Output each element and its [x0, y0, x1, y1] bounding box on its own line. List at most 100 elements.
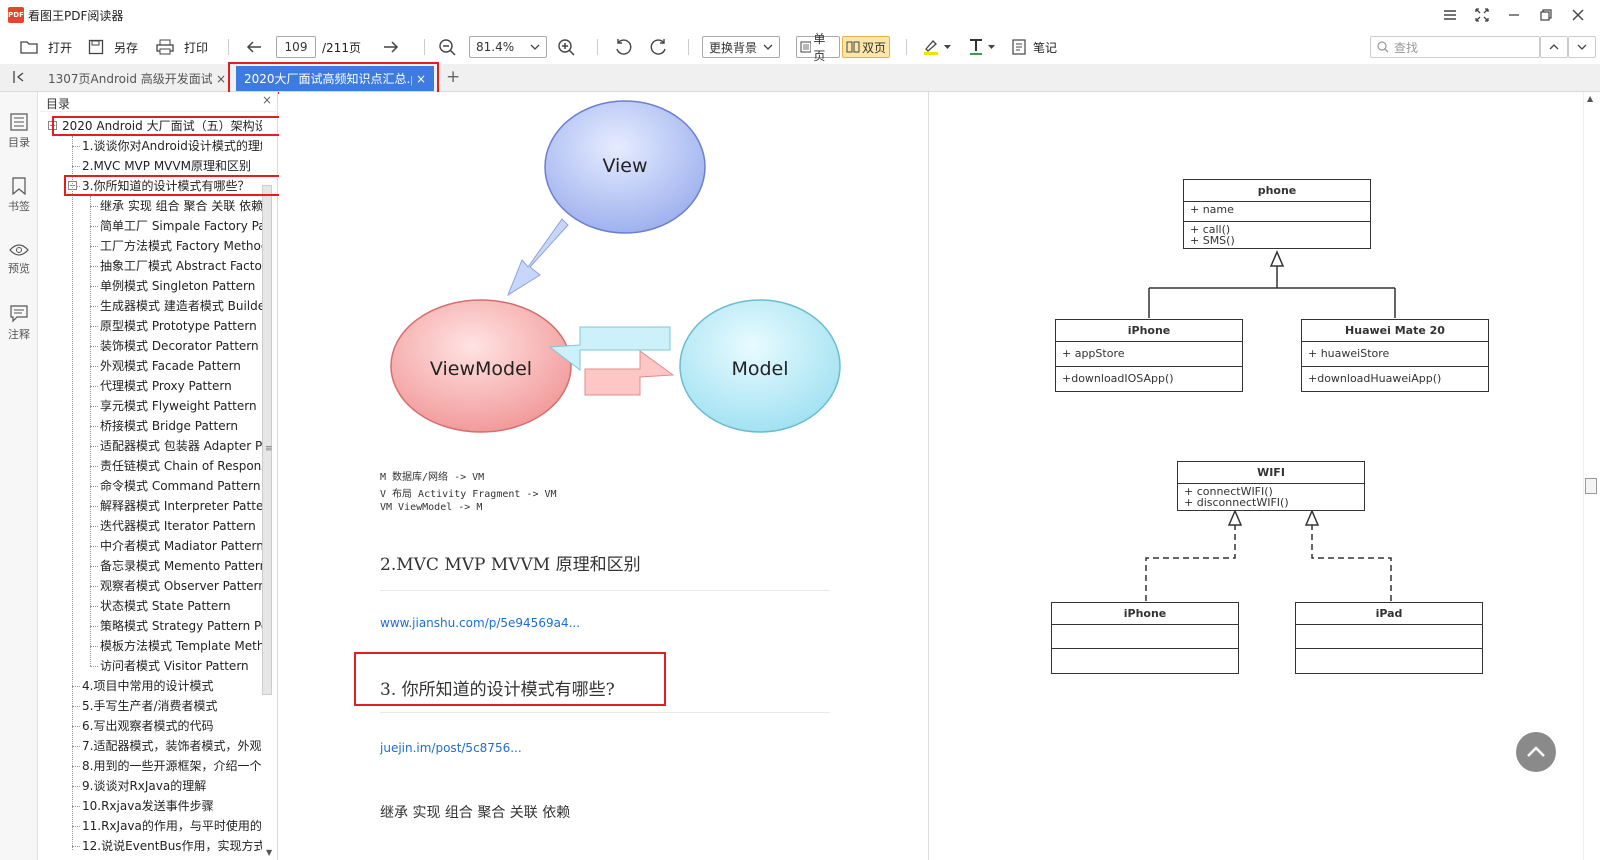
scroll-up-arrow-icon[interactable]: ▲ — [1587, 94, 1593, 103]
minimize-icon[interactable] — [1501, 4, 1527, 26]
rotate-right-icon — [650, 39, 666, 55]
print-button[interactable]: 打印 — [156, 36, 208, 58]
toc-item-level3[interactable]: 继承 实现 组合 聚合 关联 依赖 — [100, 196, 262, 216]
save-as-button[interactable]: 另存 — [88, 36, 138, 58]
background-select[interactable]: 更换背景 — [702, 36, 780, 58]
zoom-in-button[interactable] — [557, 36, 575, 58]
rail-item-bookmarks[interactable]: 书签 — [0, 170, 38, 220]
toc-tree-guide — [90, 386, 98, 387]
document-scrollbar[interactable] — [1583, 92, 1600, 860]
tab-close-icon[interactable]: × — [216, 72, 226, 86]
toc-tree-guide — [90, 526, 98, 527]
toc-item-level2[interactable]: 9.谈谈对RxJava的理解 — [82, 776, 262, 796]
toc-item-level2[interactable]: 10.Rxjava发送事件步骤 — [82, 796, 262, 816]
maximize-icon[interactable] — [1533, 4, 1559, 26]
rail-item-annotations[interactable]: 注释 — [0, 298, 38, 348]
toc-item-level3[interactable]: 解释器模式 Interpreter Pattern — [100, 496, 262, 516]
toc-item-level3[interactable]: 单例模式 Singleton Pattern — [100, 276, 262, 296]
search-icon — [1377, 41, 1389, 53]
toc-item-root[interactable]: 2020 Android 大厂面试（五）架构设计 — [62, 116, 262, 136]
toc-item-level3[interactable]: 观察者模式 Observer Pattern — [100, 576, 262, 596]
note-button[interactable]: 笔记 — [1012, 36, 1057, 58]
toc-scrollbar[interactable] — [262, 185, 272, 695]
app-logo: PDF — [8, 7, 24, 23]
toc-item-level3[interactable]: 抽象工厂模式 Abstract Factory — [100, 256, 262, 276]
collapse-sidebar-button[interactable] — [12, 70, 26, 87]
toc-item-level2[interactable]: 4.项目中常用的设计模式 — [82, 676, 262, 696]
toc-item-level3[interactable]: 享元模式 Flyweight Pattern — [100, 396, 262, 416]
toc-item-level2[interactable]: 5.手写生产者/消费者模式 — [82, 696, 262, 716]
zoom-out-button[interactable] — [438, 36, 456, 58]
toc-item-level3[interactable]: 外观模式 Facade Pattern — [100, 356, 262, 376]
new-tab-icon[interactable]: + — [446, 67, 460, 87]
toc-item-level3[interactable]: 工厂方法模式 Factory Method — [100, 236, 262, 256]
search-input[interactable]: 查找 — [1370, 36, 1540, 58]
toc-tree-guide — [90, 196, 91, 666]
toc-item-level3[interactable]: 模板方法模式 Template Method — [100, 636, 262, 656]
tab-close-icon[interactable]: × — [416, 72, 426, 86]
search-next-button[interactable] — [1568, 36, 1596, 58]
tab-document-2[interactable]: 2020大厂面试高频知识点汇总.pdf × — [236, 66, 434, 91]
chevron-down-icon — [988, 44, 995, 49]
prev-page-button[interactable] — [246, 36, 262, 58]
back-to-top-button[interactable] — [1516, 732, 1556, 772]
fullscreen-icon[interactable] — [1469, 4, 1495, 26]
toc-tree-guide — [90, 446, 98, 447]
toc-item-level3[interactable]: 原型模式 Prototype Pattern — [100, 316, 262, 336]
toc-item-level2[interactable]: 11.RxJava的作用，与平时使用的异步 — [82, 816, 262, 836]
toc-item-level2[interactable]: 1.谈谈你对Android设计模式的理解 — [82, 136, 262, 156]
scroll-thumb[interactable] — [1585, 478, 1597, 494]
diagram-label-model: Model — [731, 358, 789, 380]
toc-item-level3[interactable]: 迭代器模式 Iterator Pattern — [100, 516, 262, 536]
toc-item-level3[interactable]: 生成器模式 建造者模式 Builder — [100, 296, 262, 316]
toc-item-level2[interactable]: 7.适配器模式，装饰者模式，外观模式 — [82, 736, 262, 756]
divider — [380, 712, 830, 713]
zoom-select[interactable]: 81.4% — [469, 36, 547, 58]
rail-item-toc[interactable]: 目录 — [0, 106, 38, 156]
open-button[interactable]: 打开 — [20, 36, 72, 58]
rotate-right-button[interactable] — [650, 36, 668, 58]
zoom-out-icon — [439, 39, 456, 56]
toc-item-level2[interactable]: 3.你所知道的设计模式有哪些？ — [82, 176, 262, 196]
collapse-toggle-icon[interactable]: − — [48, 121, 57, 130]
code-line: M 数据库/网络 -> VM — [380, 472, 485, 483]
rail-item-preview[interactable]: 预览 — [0, 234, 38, 284]
highlighter-icon — [924, 40, 938, 55]
link-juejin[interactable]: juejin.im/post/5c8756... — [380, 741, 522, 755]
toc-item-level3[interactable]: 状态模式 State Pattern — [100, 596, 262, 616]
toc-item-level2[interactable]: 2.MVC MVP MVVM原理和区别 — [82, 156, 262, 176]
toc-item-level3[interactable]: 中介者模式 Madiator Pattern — [100, 536, 262, 556]
toc-item-level3[interactable]: 备忘录模式 Memento Pattern — [100, 556, 262, 576]
double-page-button[interactable]: 双页 — [842, 36, 890, 58]
scroll-down-arrow-icon[interactable]: ▼ — [266, 848, 272, 857]
toc-item-level3[interactable]: 简单工厂 Simpale Factory Pattern — [100, 216, 262, 236]
link-jianshu[interactable]: www.jianshu.com/p/5e94569a4... — [380, 616, 580, 630]
note-icon — [1012, 39, 1026, 55]
zoom-in-icon — [558, 39, 575, 56]
toc-item-level3[interactable]: 装饰模式 Decorator Pattern — [100, 336, 262, 356]
toc-item-level3[interactable]: 访问者模式 Visitor Pattern — [100, 656, 262, 676]
page-number-input[interactable]: 109 — [276, 36, 316, 58]
toc-close-icon[interactable]: × — [262, 93, 272, 107]
single-page-button[interactable]: 单页 — [796, 32, 840, 63]
toc-item-level2[interactable]: 12.说说EventBus作用，实现方式 — [82, 836, 262, 856]
toc-item-level2[interactable]: 6.写出观察者模式的代码 — [82, 716, 262, 736]
tab-document-1[interactable]: 1307页Android 高级开发面试题 × — [40, 66, 234, 91]
toc-item-level3[interactable]: 适配器模式 包装器 Adapter Pattern — [100, 436, 262, 456]
toc-item-level3[interactable]: 责任链模式 Chain of Responsibility — [100, 456, 262, 476]
toc-item-level2[interactable]: 8.用到的一些开源框架，介绍一个 — [82, 756, 262, 776]
search-prev-button[interactable] — [1540, 36, 1568, 58]
rotate-left-button[interactable] — [614, 36, 632, 58]
toc-item-level3[interactable]: 代理模式 Proxy Pattern — [100, 376, 262, 396]
toc-tree-guide — [72, 786, 80, 787]
toc-item-level3[interactable]: 策略模式 Strategy Pattern Po — [100, 616, 262, 636]
text-button[interactable] — [968, 36, 995, 58]
highlight-button[interactable] — [922, 36, 951, 58]
toc-item-level3[interactable]: 桥接模式 Bridge Pattern — [100, 416, 262, 436]
close-icon[interactable] — [1565, 4, 1591, 26]
toc-tree-guide — [90, 366, 98, 367]
chevron-down-icon — [1577, 44, 1587, 50]
toc-item-level3[interactable]: 命令模式 Command Pattern — [100, 476, 262, 496]
next-page-button[interactable] — [383, 36, 399, 58]
menu-icon[interactable] — [1437, 4, 1463, 26]
